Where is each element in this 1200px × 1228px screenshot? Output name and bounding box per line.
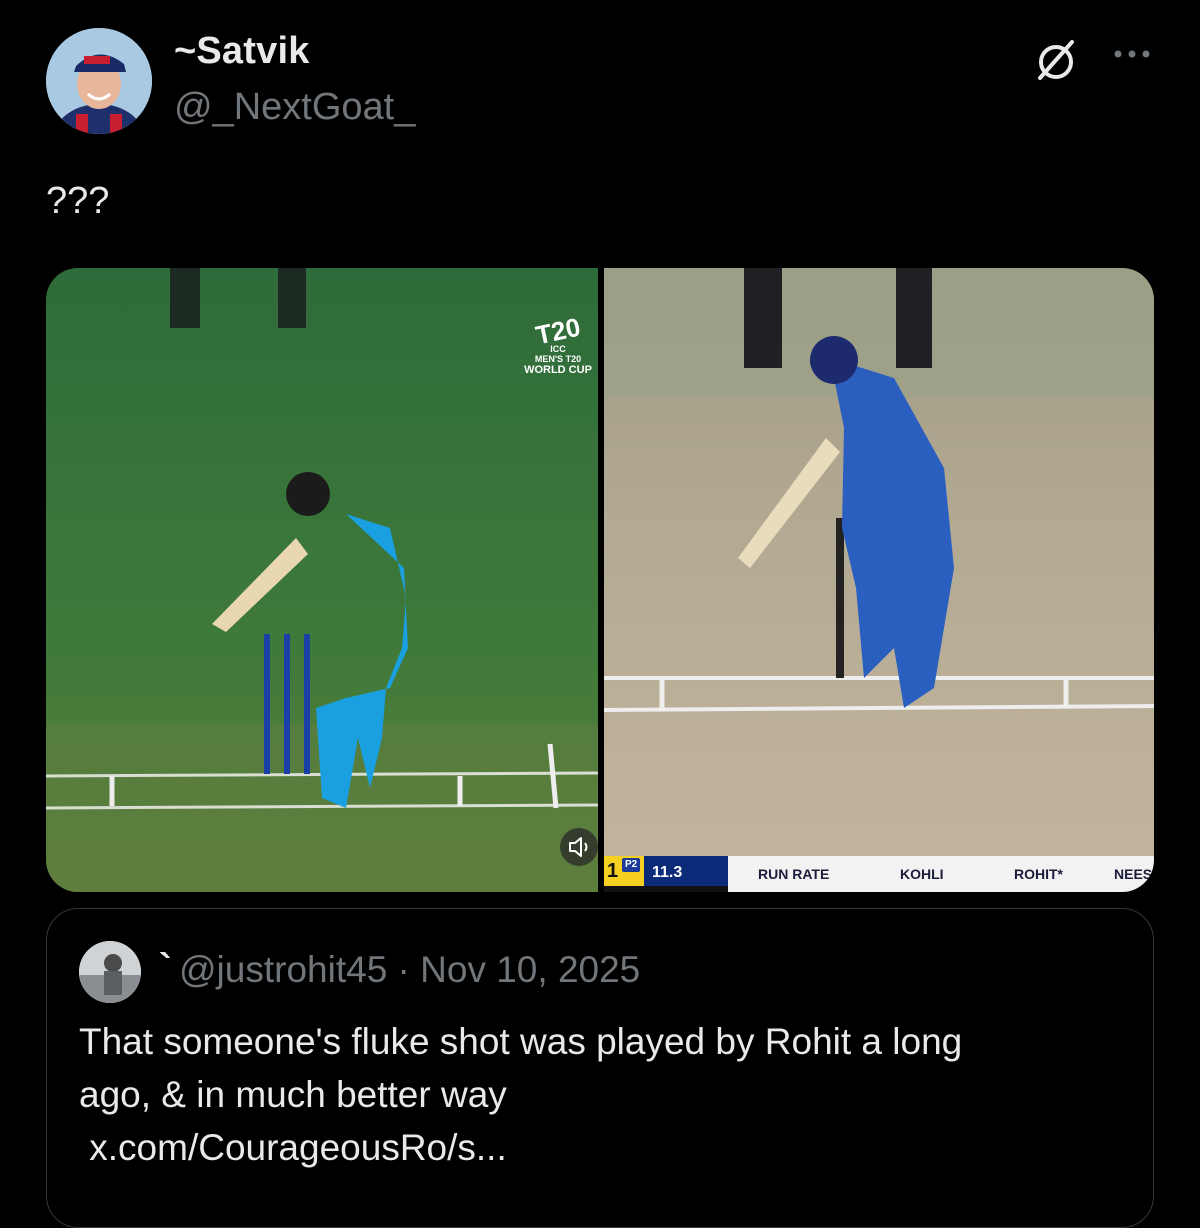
scorebar-table: RUN RATE KOHLI ROHIT* NEES	[728, 856, 1154, 892]
scorebar-innings: 1 P2	[604, 856, 647, 886]
quoted-text-line-2: ago, & in much better way	[79, 1074, 507, 1115]
post-text: ???	[46, 180, 110, 222]
volume-button[interactable]	[560, 828, 598, 866]
quoted-avatar-image	[79, 941, 141, 1003]
scorebar: 1 P2 11.3 RUN RATE KOHLI ROHIT* NEES	[604, 856, 1154, 892]
author-handle[interactable]: @_NextGoat_	[174, 86, 415, 129]
volume-icon	[569, 837, 588, 857]
logo-mens-t20: MEN'S T20	[534, 354, 582, 364]
scorebar-powerplay: P2	[622, 858, 641, 872]
scorebar-overs: 11.3	[644, 856, 732, 886]
scorebar-col-kohli: KOHLI	[900, 866, 944, 882]
scorebar-col-nees: NEES	[1114, 866, 1153, 882]
author-avatar[interactable]	[46, 28, 152, 134]
more-options-button[interactable]	[1108, 34, 1156, 74]
scorebar-col-rohit: ROHIT*	[1014, 866, 1063, 882]
post-media[interactable]: T20 ICC MEN'S T20 WORLD CUP 1 P2 11.3 RU…	[46, 268, 1154, 892]
more-icon	[1114, 50, 1150, 58]
quoted-text-line-1: That someone's fluke shot was played by …	[79, 1021, 963, 1062]
quoted-handle-date[interactable]: @justrohit45 · Nov 10, 2025	[179, 949, 640, 991]
video-left[interactable]: T20 ICC MEN'S T20 WORLD CUP	[46, 268, 599, 892]
quoted-post[interactable]: ` @justrohit45 · Nov 10, 2025 That someo…	[46, 908, 1154, 1228]
author-display-name[interactable]: ~Satvik	[174, 30, 310, 73]
cricket-video-frame-left	[46, 268, 599, 892]
quoted-text-link[interactable]: x.com/CourageousRo/s...	[79, 1121, 1119, 1174]
t20-world-cup-logo: T20 ICC MEN'S T20 WORLD CUP	[520, 312, 596, 404]
quoted-author-avatar[interactable]	[79, 941, 141, 1003]
scorebar-innings-number: 1	[607, 860, 619, 882]
cricket-video-frame-right	[603, 268, 1154, 856]
avatar-image	[46, 28, 152, 134]
grok-icon	[1038, 40, 1074, 80]
scorebar-col-run-rate: RUN RATE	[758, 866, 830, 882]
quoted-post-text: That someone's fluke shot was played by …	[79, 1015, 1119, 1174]
video-right[interactable]: 1 P2 11.3 RUN RATE KOHLI ROHIT* NEES	[603, 268, 1154, 892]
quoted-display-name[interactable]: `	[159, 947, 172, 990]
grok-button[interactable]	[1032, 34, 1084, 86]
logo-world-cup: WORLD CUP	[524, 364, 592, 376]
